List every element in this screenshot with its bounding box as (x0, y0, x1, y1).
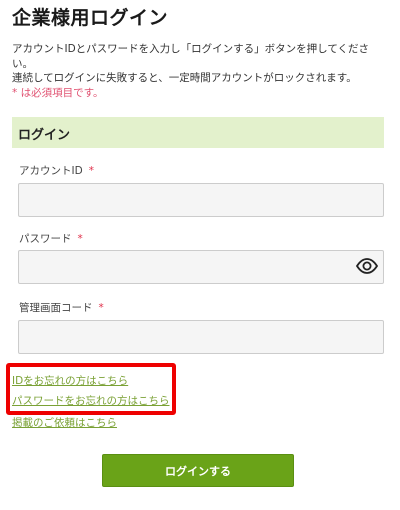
page-title: 企業様用ログイン (12, 7, 169, 29)
required-mark: * (88, 165, 94, 177)
forgot-password-link[interactable]: パスワードをお忘れの方はこちら (12, 393, 170, 408)
admin-code-label: 管理画面コード * (19, 300, 104, 315)
account-id-label-text: アカウントID (19, 165, 83, 177)
required-note: * は必須項目です。 (12, 86, 104, 99)
eye-icon[interactable] (355, 258, 379, 274)
login-section-title: ログイン (18, 128, 71, 143)
forgot-id-link[interactable]: IDをお忘れの方はこちら (12, 373, 128, 388)
required-mark: * (98, 302, 104, 314)
admin-code-label-text: 管理画面コード (19, 302, 93, 314)
password-label: パスワード * (19, 231, 83, 246)
login-section-header: ログイン (12, 117, 384, 148)
intro-line-2: 連続してログインに失敗すると、一定時間アカウントがロックされます。 (12, 72, 357, 84)
account-id-label: アカウントID * (19, 163, 94, 178)
intro-text: アカウントIDとパスワードを入力し「ログインする」ボタンを押してください。 連続… (12, 42, 390, 100)
password-input[interactable] (18, 250, 384, 284)
login-button[interactable]: ログインする (102, 454, 294, 487)
password-label-text: パスワード (19, 233, 72, 245)
intro-line-1: アカウントIDとパスワードを入力し「ログインする」ボタンを押してください。 (12, 43, 370, 70)
listing-inquiry-link[interactable]: 掲載のご依頼はこちら (12, 415, 117, 430)
required-mark: * (77, 233, 83, 245)
admin-code-input[interactable] (18, 320, 384, 354)
account-id-input[interactable] (18, 183, 384, 217)
